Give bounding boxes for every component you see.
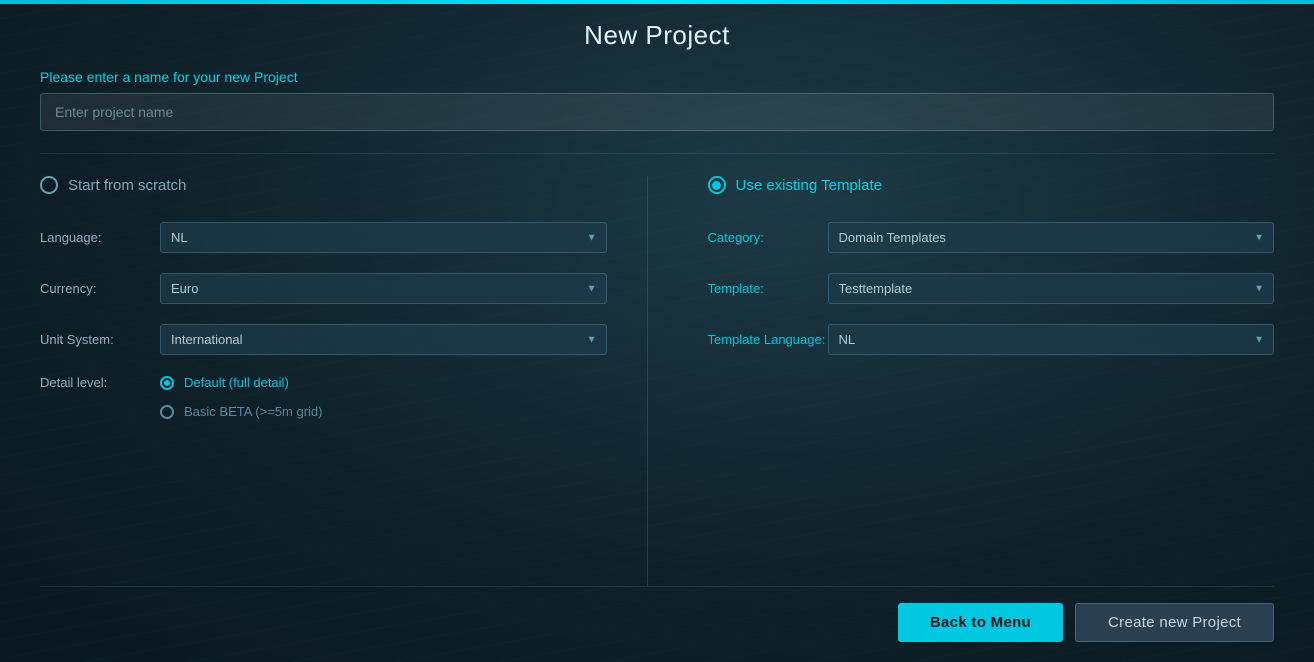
language-select[interactable]: NL EN DE FR: [160, 222, 607, 253]
project-name-label: Please enter a name for your new Project: [40, 69, 1274, 85]
section-divider: [40, 153, 1274, 154]
template-lang-select[interactable]: NL EN DE: [828, 324, 1275, 355]
template-radio[interactable]: [708, 176, 726, 194]
scratch-radio-label: Start from scratch: [68, 177, 186, 194]
right-panel: Use existing Template Category: Domain T…: [648, 176, 1275, 586]
back-to-menu-button[interactable]: Back to Menu: [898, 603, 1063, 642]
template-select-wrapper: Testtemplate: [828, 273, 1275, 304]
detail-label: Detail level:: [40, 375, 160, 390]
language-label: Language:: [40, 230, 160, 245]
detail-option-basic-label: Basic BETA (>=5m grid): [184, 404, 322, 419]
detail-radio-default[interactable]: [160, 376, 174, 390]
unit-select-wrapper: International Imperial: [160, 324, 607, 355]
language-select-wrapper: NL EN DE FR: [160, 222, 607, 253]
footer: Back to Menu Create new Project: [40, 586, 1274, 642]
template-lang-label: Template Language:: [708, 332, 828, 347]
detail-radio-basic[interactable]: [160, 405, 174, 419]
detail-options: Default (full detail) Basic BETA (>=5m g…: [160, 375, 322, 419]
currency-select-wrapper: Euro USD GBP: [160, 273, 607, 304]
template-lang-select-wrapper: NL EN DE: [828, 324, 1275, 355]
category-select-wrapper: Domain Templates: [828, 222, 1275, 253]
unit-select[interactable]: International Imperial: [160, 324, 607, 355]
page-title: New Project: [40, 20, 1274, 51]
currency-label: Currency:: [40, 281, 160, 296]
category-select[interactable]: Domain Templates: [828, 222, 1275, 253]
currency-select[interactable]: Euro USD GBP: [160, 273, 607, 304]
detail-option-basic[interactable]: Basic BETA (>=5m grid): [160, 404, 322, 419]
project-name-input[interactable]: [40, 93, 1274, 131]
detail-option-default-label: Default (full detail): [184, 375, 289, 390]
detail-option-default[interactable]: Default (full detail): [160, 375, 322, 390]
template-select[interactable]: Testtemplate: [828, 273, 1275, 304]
top-accent-bar: [0, 0, 1314, 4]
left-panel: Start from scratch Language: NL EN DE FR…: [40, 176, 648, 586]
scratch-radio[interactable]: [40, 176, 58, 194]
template-radio-label: Use existing Template: [736, 177, 882, 194]
category-label: Category:: [708, 230, 828, 245]
template-label: Template:: [708, 281, 828, 296]
create-project-button[interactable]: Create new Project: [1075, 603, 1274, 642]
unit-label: Unit System:: [40, 332, 160, 347]
